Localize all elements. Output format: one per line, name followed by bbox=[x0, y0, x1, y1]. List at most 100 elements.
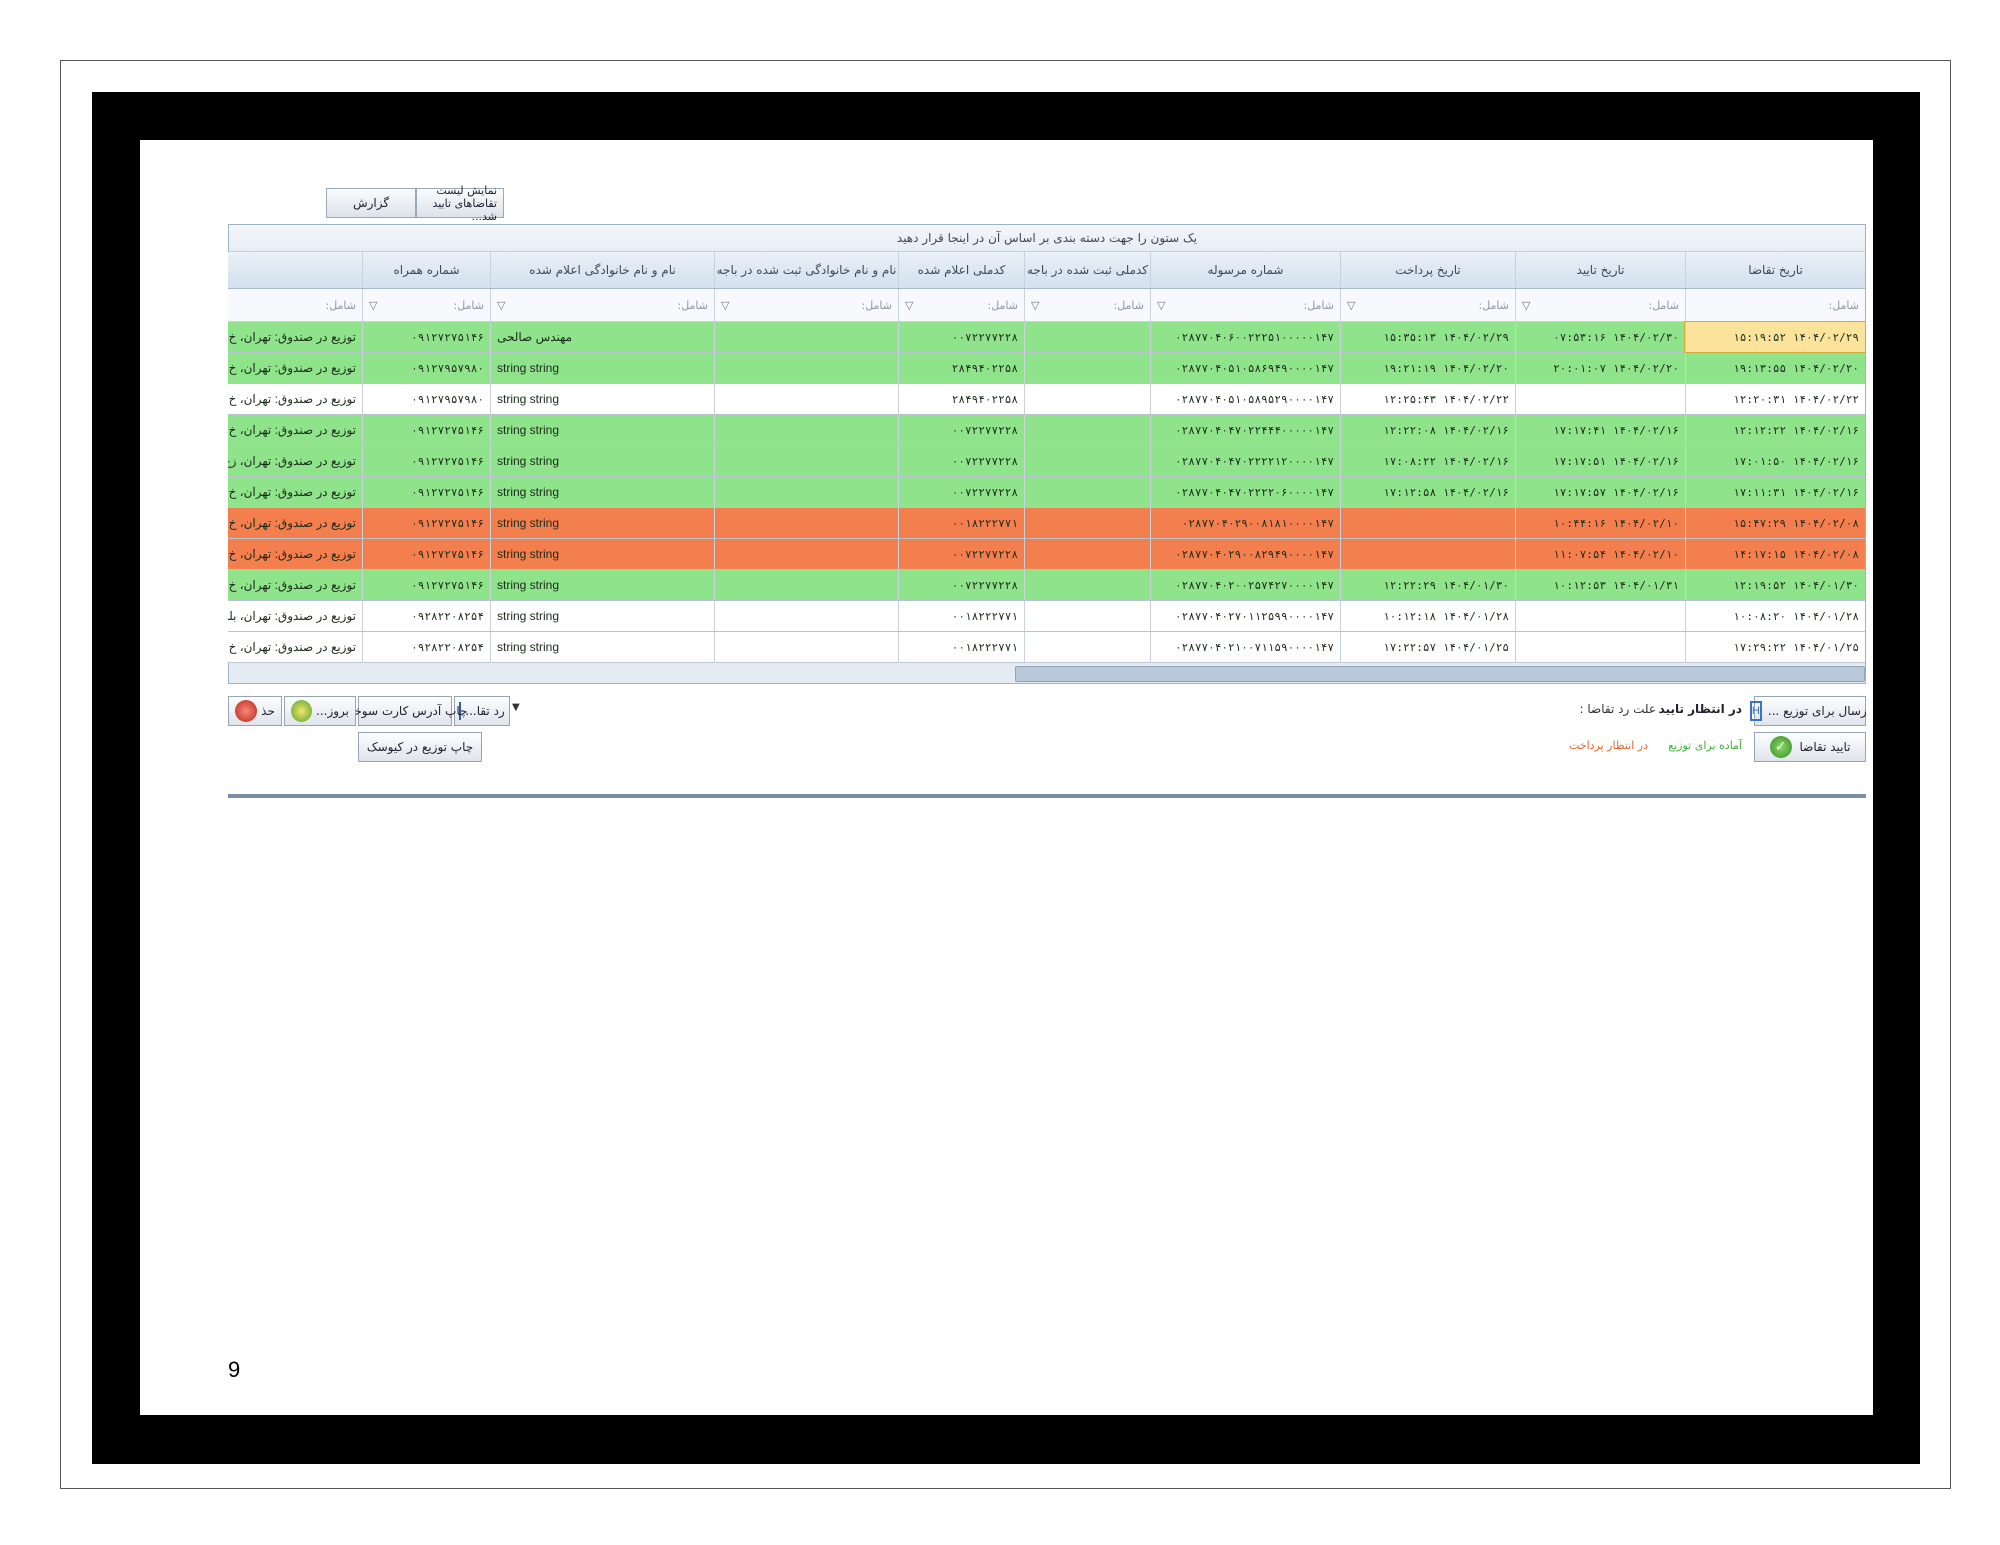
column-filter-cell[interactable]: شامل: ▽ bbox=[1150, 289, 1340, 321]
table-cell[interactable]: string string bbox=[490, 539, 714, 569]
table-cell[interactable]: ۱۴۰۴/۰۲/۱۰ ۱۱:۰۷:۵۴ bbox=[1515, 539, 1685, 569]
table-cell[interactable]: توزیع در صندوق: تهران، خ bbox=[228, 539, 362, 569]
table-cell[interactable] bbox=[1340, 539, 1515, 569]
funnel-icon[interactable]: ▽ bbox=[369, 299, 377, 312]
table-cell[interactable]: ۰۲۸۷۷۰۴۰۲۱۰۰۷۱۱۵۹۰۰۰۰۱۴۷ bbox=[1150, 632, 1340, 662]
column-filter-cell[interactable]: شامل: ▽ bbox=[362, 289, 490, 321]
table-cell[interactable]: ۰۹۲۸۲۲۰۸۲۵۴ bbox=[362, 632, 490, 662]
table-cell[interactable]: ۰۰۷۲۲۷۷۲۲۸ bbox=[898, 539, 1024, 569]
table-cell[interactable]: ۰۲۸۷۷۰۴۰۵۱۰۵۸۶۹۴۹۰۰۰۰۱۴۷ bbox=[1150, 353, 1340, 383]
table-cell[interactable] bbox=[714, 601, 898, 631]
reject-reason-input[interactable] bbox=[510, 698, 1548, 724]
table-cell[interactable]: string string bbox=[490, 415, 714, 445]
table-cell[interactable]: string string bbox=[490, 384, 714, 414]
table-cell[interactable] bbox=[1024, 322, 1150, 352]
table-cell[interactable]: ۰۹۱۲۷۹۵۷۹۸۰ bbox=[362, 353, 490, 383]
table-cell[interactable]: ۱۴۰۴/۰۲/۱۶ ۱۷:۱۲:۵۸ bbox=[1340, 477, 1515, 507]
table-row[interactable]: ۱۴۰۴/۰۲/۲۲ ۱۲:۲۰:۳۱ ۱۴۰۴/۰۲/۲۲ ۱۲:۲۵:۴۳ ۰۲… bbox=[228, 384, 1865, 415]
table-cell[interactable]: ۱۴۰۴/۰۱/۲۸ ۱۰:۱۲:۱۸ bbox=[1340, 601, 1515, 631]
table-cell[interactable]: ۰۰۷۲۲۷۷۲۲۸ bbox=[898, 415, 1024, 445]
column-filter-cell[interactable]: شامل: ▽ bbox=[1515, 289, 1685, 321]
table-cell[interactable]: ۰۹۲۸۲۲۰۸۲۵۴ bbox=[362, 601, 490, 631]
table-cell[interactable]: ۰۹۱۲۷۹۵۷۹۸۰ bbox=[362, 384, 490, 414]
table-cell[interactable]: ۱۴۰۴/۰۲/۲۲ ۱۲:۲۵:۴۳ bbox=[1340, 384, 1515, 414]
table-row[interactable]: ۱۴۰۴/۰۲/۲۹ ۱۵:۱۹:۵۲ ۱۴۰۴/۰۲/۳۰ ۰۷:۵۳:۱۶ ۱۴… bbox=[228, 321, 1866, 353]
column-filter-cell[interactable]: شامل: ▽ bbox=[898, 289, 1024, 321]
table-cell[interactable]: ۱۴۰۴/۰۱/۳۰ ۱۲:۱۹:۵۲ bbox=[1685, 570, 1865, 600]
table-row[interactable]: ۱۴۰۴/۰۱/۲۵ ۱۷:۲۹:۲۲ ۱۴۰۴/۰۱/۲۵ ۱۷:۲۲:۵۷ ۰۲… bbox=[228, 632, 1865, 663]
table-cell[interactable] bbox=[1024, 477, 1150, 507]
table-cell[interactable] bbox=[714, 539, 898, 569]
column-header[interactable]: شماره همراه bbox=[362, 252, 490, 288]
table-cell[interactable]: ۰۰۱۸۲۲۲۷۷۱ bbox=[898, 601, 1024, 631]
kiosk-distribution-print-button[interactable]: چاپ توزیع در کیوسک bbox=[358, 732, 482, 762]
table-cell[interactable] bbox=[714, 477, 898, 507]
table-cell[interactable]: ۱۴۰۴/۰۱/۳۱ ۱۰:۱۲:۵۳ bbox=[1515, 570, 1685, 600]
table-cell[interactable]: ۰۲۸۷۷۰۴۰۴۷۰۲۲۲۲۱۲۰۰۰۰۱۴۷ bbox=[1150, 446, 1340, 476]
table-cell[interactable]: ۱۴۰۴/۰۲/۱۶ ۱۲:۲۲:۰۸ bbox=[1340, 415, 1515, 445]
table-cell[interactable]: ۰۹۱۲۷۲۷۵۱۴۶ bbox=[362, 508, 490, 538]
table-cell[interactable]: ۰۲۸۷۷۰۴۰۴۷۰۲۲۴۴۴۰۰۰۰۰۱۴۷ bbox=[1150, 415, 1340, 445]
table-cell[interactable]: توزیع در صندوق: تهران، خ bbox=[228, 508, 362, 538]
column-filter-cell[interactable]: شامل: bbox=[1685, 289, 1865, 321]
table-cell[interactable]: ۰۹۱۲۷۲۷۵۱۴۶ bbox=[362, 539, 490, 569]
table-cell[interactable] bbox=[1515, 601, 1685, 631]
column-header[interactable] bbox=[228, 252, 362, 288]
column-filter-cell[interactable]: شامل: ▽ bbox=[1340, 289, 1515, 321]
table-cell[interactable]: توزیع در صندوق: تهران، بلو bbox=[228, 601, 362, 631]
table-cell[interactable]: ۱۴۰۴/۰۲/۲۹ ۱۵:۳۵:۱۳ bbox=[1340, 322, 1515, 352]
funnel-icon[interactable]: ▽ bbox=[1031, 299, 1039, 312]
column-filter-cell[interactable]: شامل: ▽ bbox=[1024, 289, 1150, 321]
table-cell[interactable]: ۰۹۱۲۷۲۷۵۱۴۶ bbox=[362, 477, 490, 507]
funnel-icon[interactable]: ▽ bbox=[1522, 299, 1530, 312]
table-cell[interactable]: ۱۴۰۴/۰۱/۲۸ ۱۰:۰۸:۲۰ bbox=[1685, 601, 1865, 631]
table-cell[interactable]: ۱۴۰۴/۰۲/۱۶ ۱۷:۰۱:۵۰ bbox=[1685, 446, 1865, 476]
table-row[interactable]: ۱۴۰۴/۰۲/۰۸ ۱۴:۱۷:۱۵ ۱۴۰۴/۰۲/۱۰ ۱۱:۰۷:۵۴ ۰۲… bbox=[228, 539, 1865, 570]
scroll-thumb[interactable] bbox=[1015, 666, 1865, 682]
table-cell[interactable] bbox=[1024, 632, 1150, 662]
table-row[interactable]: ۱۴۰۴/۰۲/۱۶ ۱۲:۱۲:۲۲ ۱۴۰۴/۰۲/۱۶ ۱۷:۱۷:۴۱ ۱۴… bbox=[228, 415, 1865, 446]
table-cell[interactable] bbox=[714, 508, 898, 538]
send-for-distribution-button[interactable]: ارسال برای توزیع ... H bbox=[1749, 696, 1866, 726]
funnel-icon[interactable]: ▽ bbox=[905, 299, 913, 312]
table-cell[interactable] bbox=[714, 322, 898, 352]
table-cell[interactable]: ۰۰۱۸۲۲۲۷۷۱ bbox=[898, 632, 1024, 662]
table-cell[interactable]: ۱۴۰۴/۰۲/۳۰ ۰۷:۵۳:۱۶ bbox=[1515, 322, 1685, 352]
table-cell[interactable]: string string bbox=[490, 601, 714, 631]
table-cell[interactable]: ۰۰۷۲۲۷۷۲۲۸ bbox=[898, 570, 1024, 600]
delete-button[interactable]: حذ bbox=[228, 696, 282, 726]
table-row[interactable]: ۱۴۰۴/۰۲/۱۶ ۱۷:۱۱:۳۱ ۱۴۰۴/۰۲/۱۶ ۱۷:۱۷:۵۷ ۱۴… bbox=[228, 477, 1865, 508]
table-cell[interactable] bbox=[1024, 539, 1150, 569]
funnel-icon[interactable]: ▽ bbox=[1157, 299, 1165, 312]
column-header[interactable]: تاریخ پرداخت bbox=[1340, 252, 1515, 288]
table-cell[interactable]: ۱۴۰۴/۰۲/۱۶ ۱۷:۱۷:۴۱ bbox=[1515, 415, 1685, 445]
table-cell[interactable]: ۰۲۸۷۷۰۴۰۲۹۰۰۸۲۹۴۹۰۰۰۰۱۴۷ bbox=[1150, 539, 1340, 569]
table-cell[interactable]: ۱۴۰۴/۰۲/۲۲ ۱۲:۲۰:۳۱ bbox=[1685, 384, 1865, 414]
table-cell[interactable]: ۱۴۰۴/۰۲/۱۰ ۱۰:۴۴:۱۶ bbox=[1515, 508, 1685, 538]
table-cell[interactable] bbox=[1024, 415, 1150, 445]
table-cell[interactable]: ۲۸۴۹۴۰۲۲۵۸ bbox=[898, 353, 1024, 383]
table-cell[interactable]: string string bbox=[490, 632, 714, 662]
table-cell[interactable]: ۱۴۰۴/۰۲/۱۶ ۱۷:۱۷:۵۱ bbox=[1515, 446, 1685, 476]
table-cell[interactable]: ۱۴۰۴/۰۲/۲۰ ۲۰:۰۱:۰۷ bbox=[1515, 353, 1685, 383]
table-cell[interactable] bbox=[1024, 508, 1150, 538]
table-cell[interactable]: ۱۴۰۴/۰۲/۲۰ ۱۹:۲۱:۱۹ bbox=[1340, 353, 1515, 383]
table-cell[interactable] bbox=[1024, 601, 1150, 631]
confirm-request-button[interactable]: تایید تقاضا ✓ bbox=[1754, 732, 1866, 762]
table-cell[interactable]: ۱۴۰۴/۰۲/۱۶ ۱۲:۱۲:۲۲ bbox=[1685, 415, 1865, 445]
table-row[interactable]: ۱۴۰۴/۰۱/۳۰ ۱۲:۱۹:۵۲ ۱۴۰۴/۰۱/۳۱ ۱۰:۱۲:۵۳ ۱۴… bbox=[228, 570, 1865, 601]
table-cell[interactable]: ۰۲۸۷۷۰۴۰۲۰۰۲۵۷۴۲۷۰۰۰۰۱۴۷ bbox=[1150, 570, 1340, 600]
table-cell[interactable]: توزیع در صندوق: تهران، خ bbox=[228, 477, 362, 507]
column-header[interactable]: نام و نام خانوادگی ثبت شده در باجه bbox=[714, 252, 898, 288]
table-cell[interactable]: توزیع در صندوق: تهران، خ bbox=[228, 322, 362, 352]
table-cell[interactable]: ۱۴۰۴/۰۲/۱۶ ۱۷:۱۱:۳۱ bbox=[1685, 477, 1865, 507]
table-cell[interactable]: string string bbox=[490, 353, 714, 383]
table-cell[interactable] bbox=[714, 353, 898, 383]
table-cell[interactable] bbox=[1024, 446, 1150, 476]
table-row[interactable]: ۱۴۰۴/۰۲/۰۸ ۱۵:۴۷:۲۹ ۱۴۰۴/۰۲/۱۰ ۱۰:۴۴:۱۶ ۰۲… bbox=[228, 508, 1865, 539]
dropdown-arrow-icon[interactable]: ▼ bbox=[512, 702, 520, 713]
table-row[interactable]: ۱۴۰۴/۰۱/۲۸ ۱۰:۰۸:۲۰ ۱۴۰۴/۰۱/۲۸ ۱۰:۱۲:۱۸ ۰۲… bbox=[228, 601, 1865, 632]
show-confirmed-requests-button[interactable]: نمایش لیست تقاضاهای تایید شد... bbox=[416, 184, 504, 223]
table-cell[interactable] bbox=[714, 570, 898, 600]
table-row[interactable]: ۱۴۰۴/۰۲/۱۶ ۱۷:۰۱:۵۰ ۱۴۰۴/۰۲/۱۶ ۱۷:۱۷:۵۱ ۱۴… bbox=[228, 446, 1865, 477]
